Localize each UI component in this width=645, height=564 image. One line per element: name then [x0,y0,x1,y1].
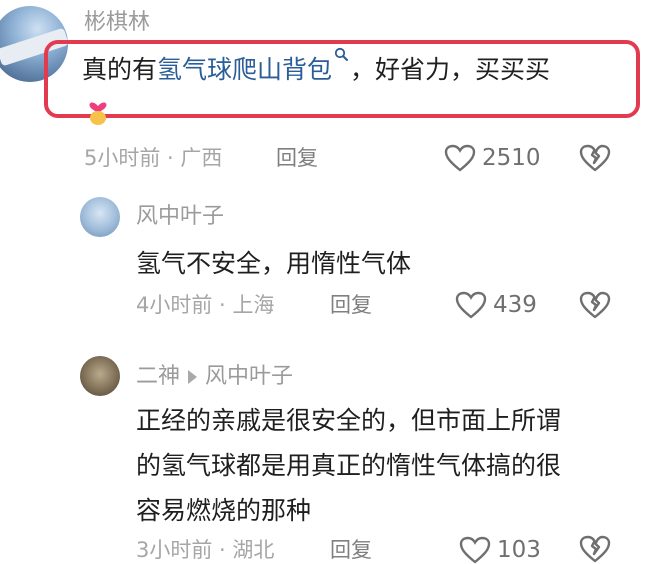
avatar[interactable] [80,197,120,237]
heart-icon[interactable] [455,291,487,319]
comment-thread: 彬棋林 真的有氢气球爬山背包 ，好省力，买买买 5小时前 · 广西 回复 2510… [0,0,645,564]
like-count: 103 [497,536,541,563]
reply-meta: 3小时前 · 湖北 [136,538,275,562]
reply-time: 3小时前 [136,538,213,562]
emoji-heart-hand-icon [86,96,110,126]
like-button[interactable]: 439 [455,291,537,319]
like-button[interactable]: 2510 [444,144,541,172]
heart-icon[interactable] [444,144,476,172]
reply-location: 湖北 [232,538,275,562]
heart-icon[interactable] [459,536,491,564]
reply-username[interactable]: 风中叶子 [136,206,224,228]
comment-location: 广西 [180,146,223,170]
reply-button[interactable]: 回复 [330,295,372,316]
reply-button[interactable]: 回复 [330,540,372,561]
comment-meta: 5小时前 · 广西 [84,146,223,170]
dislike-broken-heart-icon[interactable] [579,534,611,564]
reply-to-username[interactable]: 风中叶子 [205,364,293,389]
like-count: 2510 [482,144,541,171]
reply-text: 正经的亲戚是很安全的，但市面上所谓 的氢气球都是用真正的惰性气体搞的很 容易燃烧… [136,398,561,533]
comment-text: 真的有氢气球爬山背包 ，好省力，买买买 [82,47,550,92]
reply-text-line: 容易燃烧的那种 [136,496,312,525]
reply-username: 二神 风中叶子 [136,366,293,388]
comment-time: 5小时前 [84,146,161,170]
search-link[interactable]: 氢气球爬山背包 [157,47,350,84]
reply-text-line: 的氢气球都是用真正的惰性气体搞的很 [136,451,562,480]
comment-text-part: ，好省力，买买买 [350,55,551,84]
search-icon[interactable] [334,47,350,63]
comment-text-part: 真的有 [82,55,158,84]
reply-text: 氢气不安全，用惰性气体 [136,249,412,278]
comment-username[interactable]: 彬棋林 [84,12,150,34]
dislike-broken-heart-icon[interactable] [579,143,611,173]
dislike-broken-heart-icon[interactable] [579,290,611,320]
like-button[interactable]: 103 [459,536,541,564]
avatar[interactable] [80,356,120,396]
reply-username-label[interactable]: 二神 [136,364,180,389]
search-link-label[interactable]: 氢气球爬山背包 [157,55,332,84]
play-arrow-icon [188,370,198,384]
like-count: 439 [493,291,537,318]
reply-location: 上海 [232,293,275,317]
reply-button[interactable]: 回复 [276,148,318,169]
reply-text-line: 正经的亲戚是很安全的，但市面上所谓 [136,406,562,435]
reply-meta: 4小时前 · 上海 [136,293,275,317]
reply-time: 4小时前 [136,293,213,317]
